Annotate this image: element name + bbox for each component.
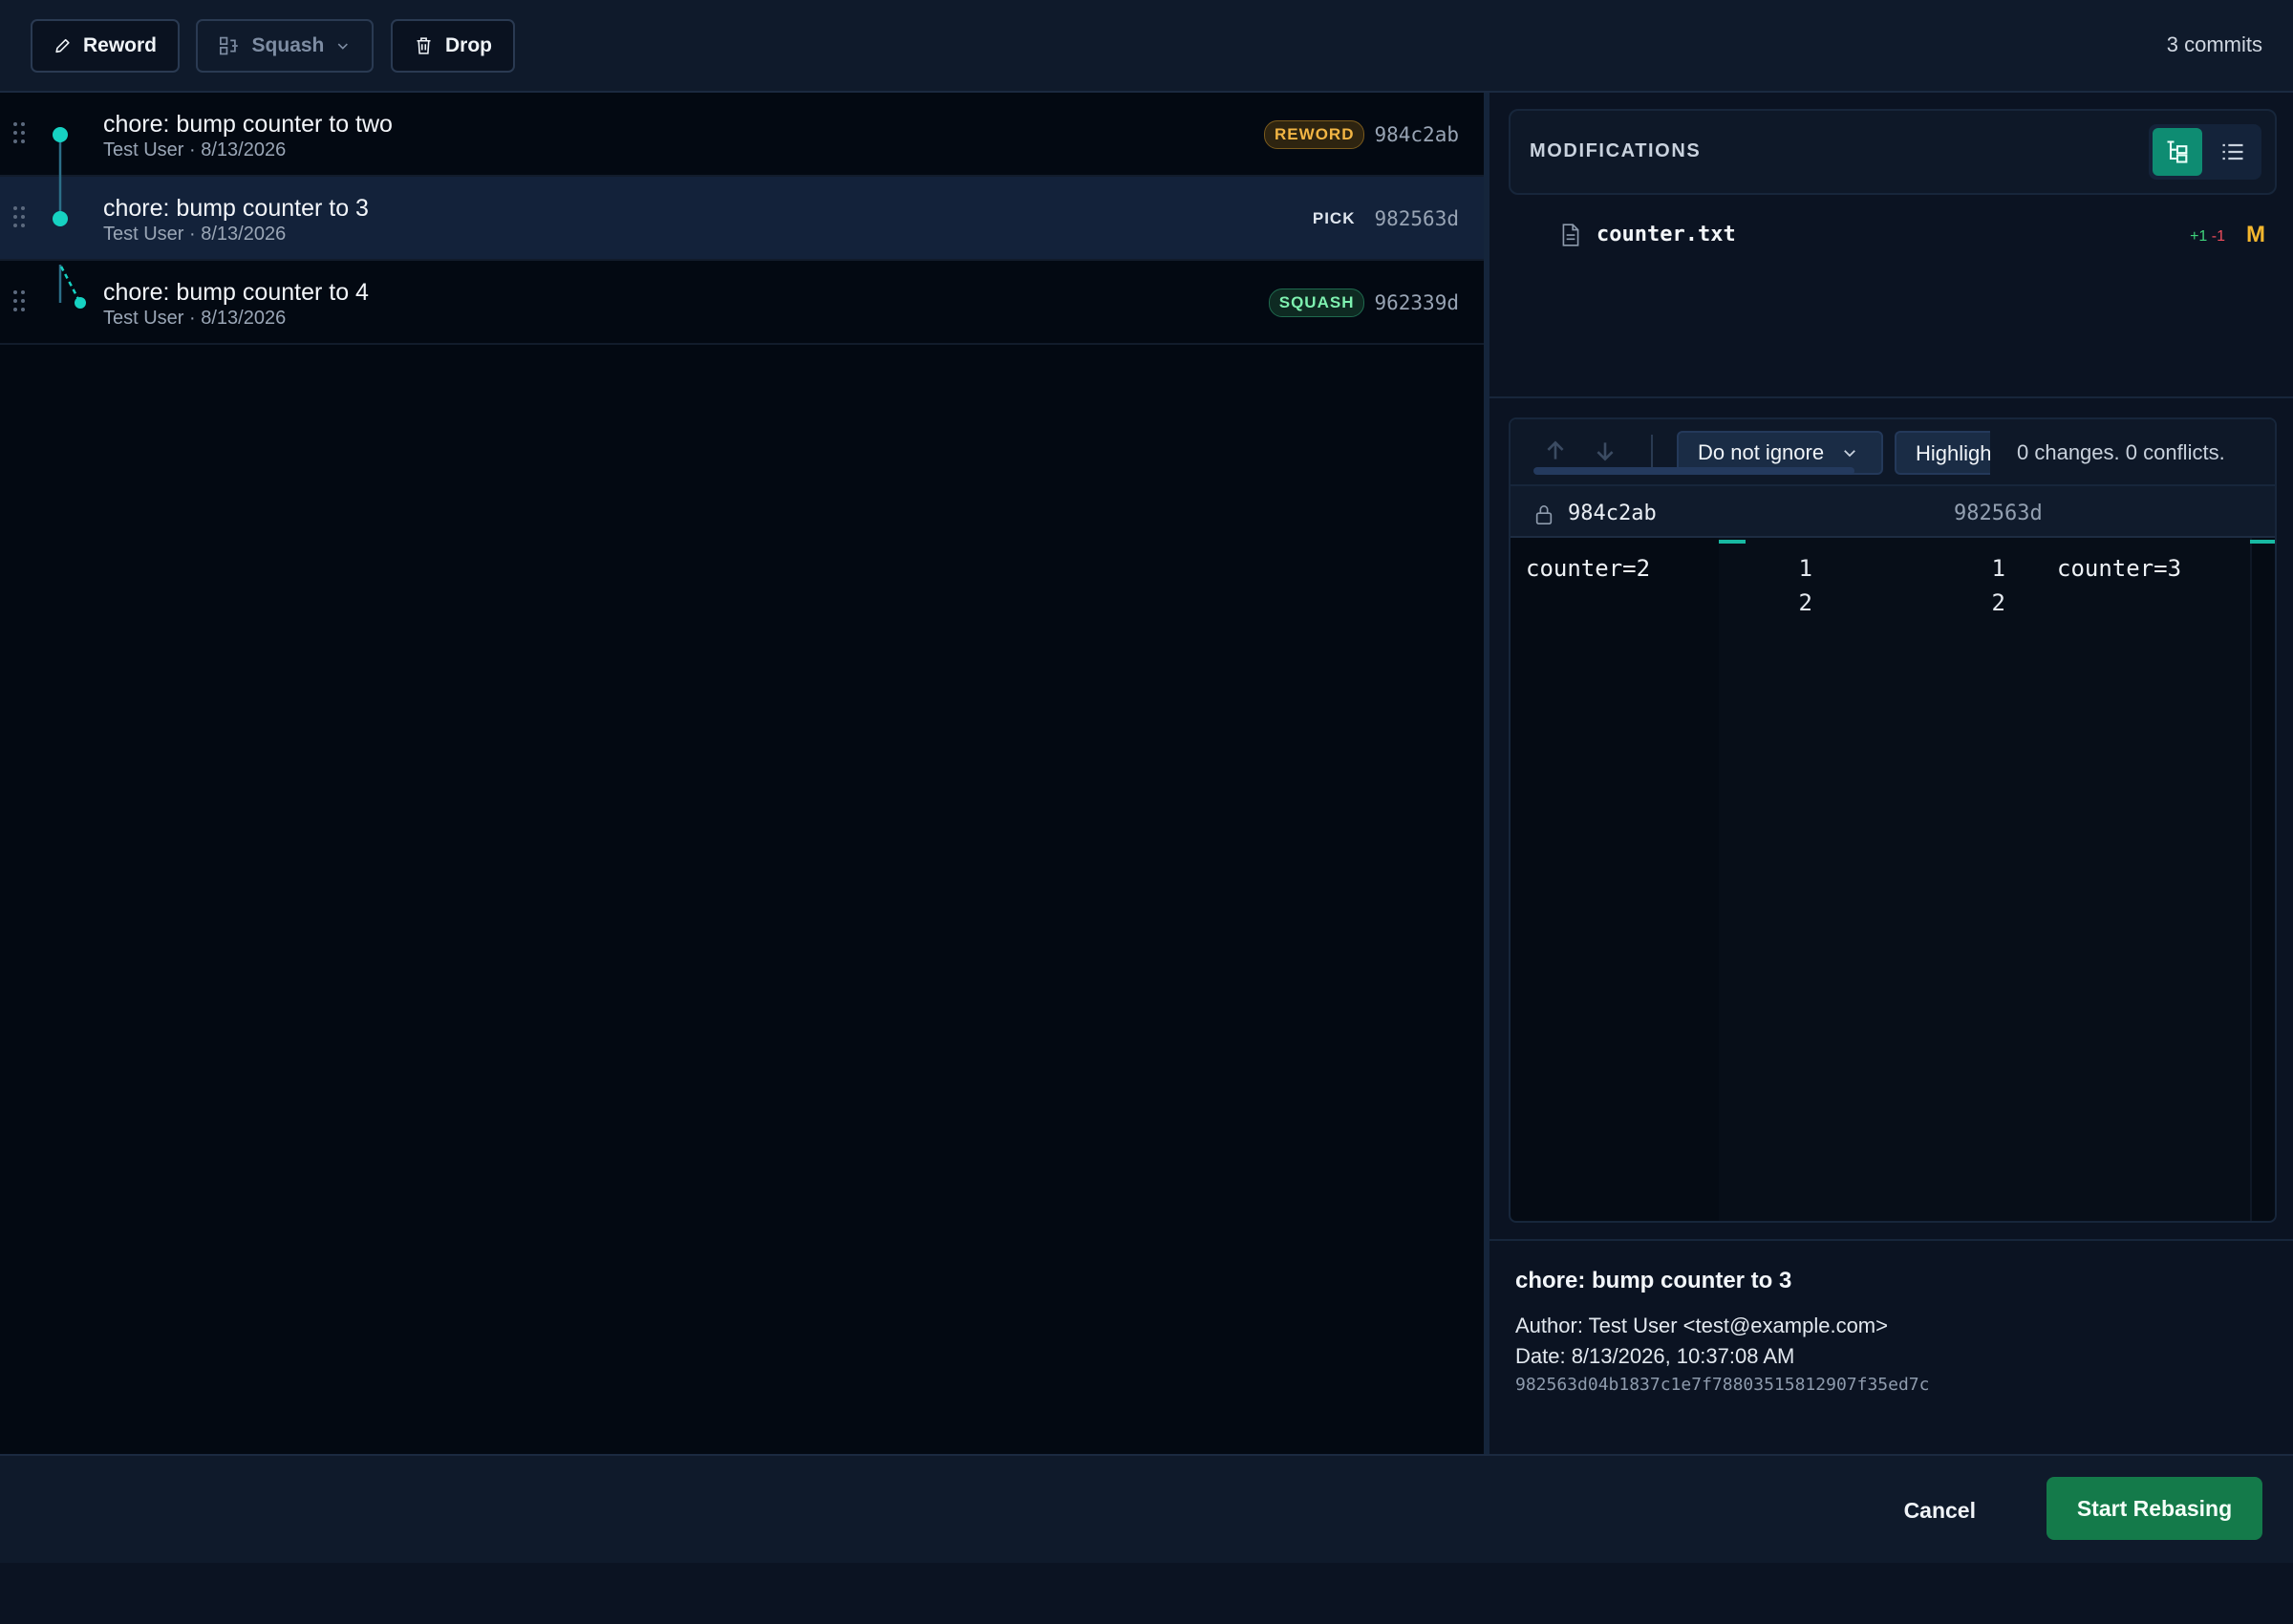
left-sha: 984c2ab [1568, 502, 1657, 525]
commit-meta: Test User · 8/13/2026 [103, 308, 287, 329]
file-diff-stats: +1 -1 [2190, 228, 2225, 246]
highlight-button[interactable]: Highlight [1895, 431, 1990, 475]
commit-full-hash: 982563d04b1837c1e7f78803515812907f35ed7c [1515, 1375, 1930, 1395]
right-sha: 982563d [1954, 502, 2043, 525]
right-line-number: 2 [1991, 589, 2005, 616]
divider [2250, 538, 2252, 1221]
right-code-line: counter=3 [2057, 555, 2182, 582]
commit-row[interactable]: chore: bump counter to 4 Test User · 8/1… [0, 261, 1484, 345]
chevron-down-icon [1844, 450, 1855, 458]
commit-detail-title: chore: bump counter to 3 [1515, 1268, 1792, 1293]
trash-icon [417, 37, 431, 54]
divider [1651, 435, 1653, 467]
toolbar: Reword Squash Drop 3 commits [0, 0, 2293, 93]
commit-sha: 962339d [1374, 291, 1459, 314]
commit-sha: 982563d [1374, 207, 1459, 230]
right-line-number: 1 [1991, 555, 2005, 582]
divider [1489, 396, 2293, 398]
whitespace-value: Do not ignore [1698, 440, 1825, 464]
start-rebasing-button[interactable]: Start Rebasing [2047, 1477, 2262, 1540]
file-status-badge: M [2246, 222, 2265, 247]
commit-row-selected[interactable]: chore: bump counter to 3 Test User · 8/1… [0, 177, 1484, 261]
chevron-down-icon [338, 43, 349, 50]
drop-button[interactable]: Drop [391, 19, 515, 73]
diff-summary: 0 changes. 0 conflicts. [2017, 440, 2225, 464]
commit-meta: Test User · 8/13/2026 [103, 139, 287, 160]
divider [1489, 1239, 2293, 1241]
drop-label: Drop [445, 34, 492, 56]
left-code-line: counter=2 [1526, 555, 1651, 582]
file-icon [1562, 224, 1579, 246]
diff-viewer: Do not ignore Highlight 0 changes. 0 con… [1509, 417, 2277, 1223]
file-name: counter.txt [1597, 223, 1736, 246]
graph-node [53, 211, 68, 226]
modifications-title: MODIFICATIONS [1530, 140, 1702, 161]
commit-list: chore: bump counter to two Test User · 8… [0, 93, 1484, 1454]
lines-removed: -1 [2211, 228, 2225, 245]
squash-label: Squash [251, 34, 325, 56]
next-change-icon[interactable] [1593, 438, 1618, 463]
bottom-strip [0, 1563, 2293, 1624]
left-line-number: 1 [1798, 555, 1812, 582]
squash-icon [220, 36, 238, 55]
reword-label: Reword [82, 34, 157, 56]
commit-sha: 984c2ab [1374, 123, 1459, 146]
modifications-header: MODIFICATIONS [1509, 109, 2277, 195]
lines-added: +1 [2190, 228, 2208, 245]
commit-meta: Test User · 8/13/2026 [103, 224, 287, 245]
graph-node [53, 127, 68, 142]
reword-button[interactable]: Reword [31, 19, 180, 73]
prev-change-icon[interactable] [1543, 438, 1568, 463]
commit-title: chore: bump counter to 3 [103, 195, 369, 222]
commit-row[interactable]: chore: bump counter to two Test User · 8… [0, 93, 1484, 177]
commit-author: Author: Test User <test@example.com> [1515, 1314, 1888, 1337]
commit-count: 3 commits [2166, 32, 2262, 56]
action-badge[interactable]: REWORD [1264, 120, 1365, 149]
view-toggle [2149, 124, 2261, 180]
graph-squash-link [59, 266, 81, 302]
change-marker [2250, 540, 2275, 544]
tree-view-icon [2167, 140, 2188, 163]
left-line-number: 2 [1798, 589, 1812, 616]
change-marker [1719, 540, 1746, 544]
cancel-button[interactable]: Cancel [1904, 1498, 1976, 1524]
action-badge[interactable]: SQUASH [1268, 288, 1365, 317]
tree-view-button[interactable] [2153, 128, 2202, 176]
list-view-icon [2222, 143, 2243, 160]
details-panel: MODIFICATIONS counter.txt +1 -1 M Do not… [1489, 93, 2293, 1454]
commit-details: chore: bump counter to 3 Author: Test Us… [1515, 1268, 1929, 1395]
commit-title: chore: bump counter to 4 [103, 279, 369, 306]
commit-graph [53, 127, 86, 309]
action-badge[interactable]: PICK [1303, 205, 1365, 232]
commit-date: Date: 8/13/2026, 10:37:08 AM [1515, 1344, 1795, 1368]
lock-icon [1535, 505, 1553, 524]
file-row[interactable]: counter.txt +1 -1 M [1558, 217, 2275, 255]
line-number-gutter [1719, 538, 2252, 1221]
toolbar-scrollbar[interactable] [1533, 467, 1854, 475]
diff-column-headers: 984c2ab 982563d [1511, 484, 2275, 538]
footer: Cancel Start Rebasing [0, 1454, 2293, 1563]
diff-toolbar: Do not ignore Highlight 0 changes. 0 con… [1511, 419, 2275, 484]
list-view-button[interactable] [2208, 128, 2258, 176]
commit-title: chore: bump counter to two [103, 111, 393, 138]
graph-node [75, 297, 86, 309]
pencil-icon [55, 38, 70, 53]
squash-button[interactable]: Squash [196, 19, 374, 73]
